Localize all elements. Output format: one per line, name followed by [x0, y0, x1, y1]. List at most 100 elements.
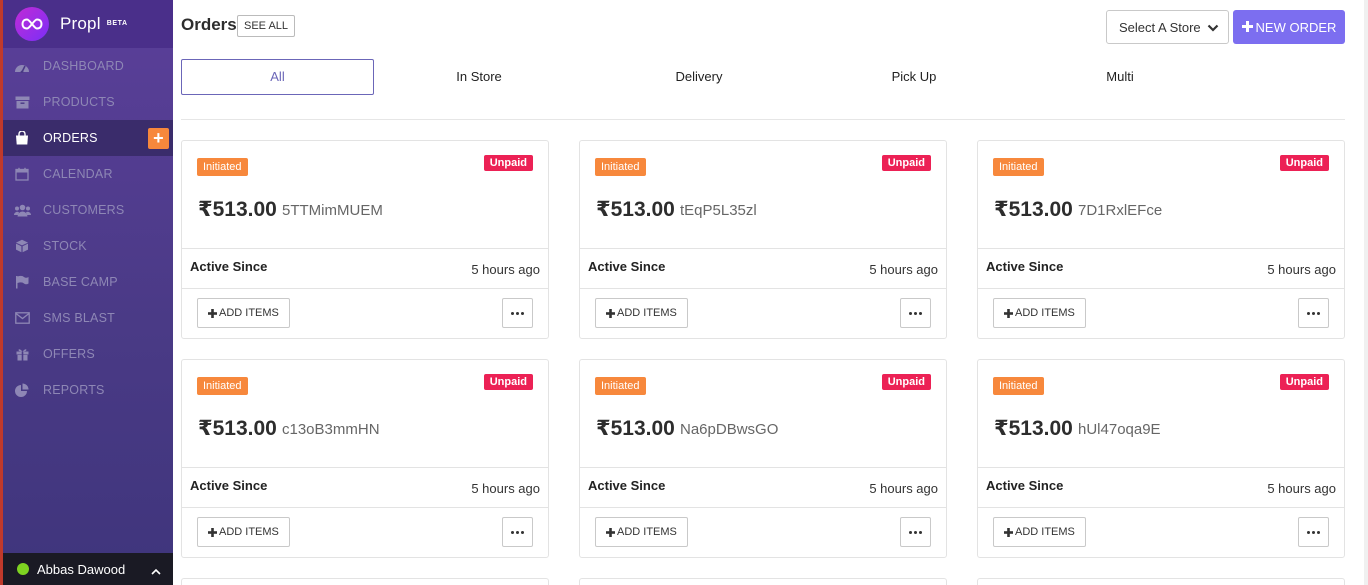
active-since-label: Active Since — [588, 259, 666, 274]
add-items-button[interactable]: ADD ITEMS — [993, 517, 1086, 547]
order-card[interactable]: Initiated Unpaid ₹513.00 c13oB3mmHN Acti… — [181, 359, 549, 558]
sidebar-item-stock[interactable]: STOCK — [3, 228, 173, 264]
active-since-time: 5 hours ago — [1267, 262, 1336, 277]
order-code: tEqP5L35zl — [680, 202, 757, 219]
order-card-partial[interactable] — [579, 578, 947, 585]
status-badge: Initiated — [197, 158, 248, 176]
tab-in-store[interactable]: In Store — [421, 59, 537, 95]
sidebar-item-label: CALENDAR — [43, 167, 113, 181]
sidebar-item-reports[interactable]: REPORTS — [3, 372, 173, 408]
add-items-label: ADD ITEMS — [617, 526, 677, 538]
more-options-button[interactable] — [502, 298, 533, 328]
status-badge: Initiated — [993, 377, 1044, 395]
more-options-button[interactable] — [900, 517, 931, 547]
add-items-button[interactable]: ADD ITEMS — [197, 517, 290, 547]
see-all-button[interactable]: SEE ALL — [237, 15, 296, 37]
store-select[interactable]: Select A Store — [1106, 10, 1229, 44]
add-items-label: ADD ITEMS — [219, 307, 279, 319]
sidebar-item-label: DASHBOARD — [43, 59, 124, 73]
add-items-button[interactable]: ADD ITEMS — [595, 517, 688, 547]
more-options-button[interactable] — [502, 517, 533, 547]
pie-chart-icon — [13, 383, 31, 397]
order-code: 5TTMimMUEM — [282, 202, 383, 219]
order-amount-row: ₹513.00 hUl47oqa9E — [994, 416, 1161, 441]
sidebar-nav: DASHBOARD PRODUCTS ORDERS + CALENDAR CUS… — [3, 48, 173, 408]
order-amount-row: ₹513.00 tEqP5L35zl — [596, 197, 757, 222]
order-amount: ₹513.00 — [596, 417, 675, 440]
add-items-button[interactable]: ADD ITEMS — [993, 298, 1086, 328]
order-amount: ₹513.00 — [198, 198, 277, 221]
order-amount: ₹513.00 — [994, 417, 1073, 440]
order-code: Na6pDBwsGO — [680, 421, 779, 438]
user-menu[interactable]: Abbas Dawood — [3, 553, 173, 585]
sidebar-item-calendar[interactable]: CALENDAR — [3, 156, 173, 192]
sidebar-item-label: OFFERS — [43, 347, 95, 361]
more-options-button[interactable] — [900, 298, 931, 328]
archive-icon — [13, 95, 31, 109]
order-amount-row: ₹513.00 5TTMimMUEM — [198, 197, 383, 222]
more-icon — [909, 530, 922, 534]
order-amount: ₹513.00 — [596, 198, 675, 221]
active-since-label: Active Since — [986, 259, 1064, 274]
page-title: Orders — [181, 15, 237, 34]
online-status-icon — [17, 563, 29, 575]
sidebar-item-base-camp[interactable]: BASE CAMP — [3, 264, 173, 300]
more-icon — [909, 311, 922, 315]
tab-delivery[interactable]: Delivery — [641, 59, 757, 95]
sidebar-item-orders[interactable]: ORDERS + — [3, 120, 173, 156]
more-options-button[interactable] — [1298, 298, 1329, 328]
more-options-button[interactable] — [1298, 517, 1329, 547]
order-card[interactable]: Initiated Unpaid ₹513.00 5TTMimMUEM Acti… — [181, 140, 549, 339]
active-since-label: Active Since — [588, 478, 666, 493]
order-card[interactable]: Initiated Unpaid ₹513.00 Na6pDBwsGO Acti… — [579, 359, 947, 558]
active-since-time: 5 hours ago — [869, 262, 938, 277]
brand-name: Propl — [60, 14, 101, 33]
sidebar-item-label: CUSTOMERS — [43, 203, 125, 217]
order-card[interactable]: Initiated Unpaid ₹513.00 hUl47oqa9E Acti… — [977, 359, 1345, 558]
active-since-time: 5 hours ago — [1267, 481, 1336, 496]
chevron-down-icon — [1207, 20, 1219, 35]
more-icon — [1307, 311, 1320, 315]
sidebar-item-label: BASE CAMP — [43, 275, 118, 289]
sidebar-item-products[interactable]: PRODUCTS — [3, 84, 173, 120]
payment-badge: Unpaid — [483, 155, 533, 171]
order-amount-row: ₹513.00 c13oB3mmHN — [198, 416, 380, 441]
order-card-partial[interactable] — [181, 578, 549, 585]
add-order-button[interactable]: + — [148, 128, 169, 149]
order-card-partial[interactable] — [977, 578, 1345, 585]
status-badge: Initiated — [197, 377, 248, 395]
add-items-label: ADD ITEMS — [617, 307, 677, 319]
plus-icon — [606, 306, 615, 321]
sidebar-item-customers[interactable]: CUSTOMERS — [3, 192, 173, 228]
tab-pick-up[interactable]: Pick Up — [856, 59, 972, 95]
active-since-label: Active Since — [190, 259, 268, 274]
infinity-icon — [15, 7, 49, 41]
status-badge: Initiated — [595, 377, 646, 395]
sidebar-item-sms-blast[interactable]: SMS BLAST — [3, 300, 173, 336]
flag-icon — [13, 275, 31, 289]
calendar-icon — [13, 167, 31, 181]
sidebar-item-label: ORDERS — [43, 131, 98, 145]
order-card[interactable]: Initiated Unpaid ₹513.00 7D1RxlEFce Acti… — [977, 140, 1345, 339]
tab-multi[interactable]: Multi — [1062, 59, 1178, 95]
add-items-button[interactable]: ADD ITEMS — [595, 298, 688, 328]
plus-icon — [1004, 525, 1013, 540]
active-since-time: 5 hours ago — [471, 481, 540, 496]
payment-badge: Unpaid — [483, 374, 533, 390]
new-order-label: NEW ORDER — [1255, 19, 1337, 35]
gift-icon — [13, 347, 31, 361]
sidebar-item-label: PRODUCTS — [43, 95, 115, 109]
more-icon — [1307, 530, 1320, 534]
scrollbar[interactable] — [1364, 0, 1368, 585]
new-order-button[interactable]: NEW ORDER — [1233, 10, 1345, 44]
add-items-button[interactable]: ADD ITEMS — [197, 298, 290, 328]
payment-badge: Unpaid — [881, 374, 931, 390]
sidebar-item-offers[interactable]: OFFERS — [3, 336, 173, 372]
order-card[interactable]: Initiated Unpaid ₹513.00 tEqP5L35zl Acti… — [579, 140, 947, 339]
envelope-icon — [13, 311, 31, 325]
tab-all[interactable]: All — [181, 59, 374, 95]
sidebar-item-dashboard[interactable]: DASHBOARD — [3, 48, 173, 84]
payment-badge: Unpaid — [1279, 155, 1329, 171]
brand[interactable]: Propl BETA — [3, 0, 173, 48]
plus-icon — [208, 306, 217, 321]
